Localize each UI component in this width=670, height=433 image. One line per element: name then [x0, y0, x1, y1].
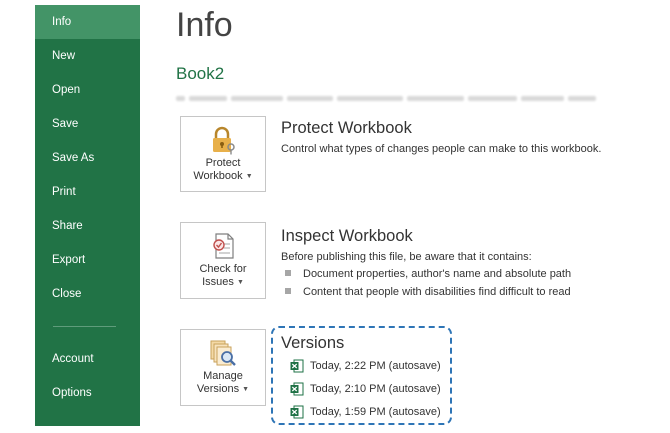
caret-down-icon: ▼: [236, 279, 244, 286]
nav-save-as[interactable]: Save As: [35, 141, 140, 175]
versions-title: Versions: [281, 334, 345, 352]
version-item[interactable]: Today, 1:59 PM (autosave): [290, 405, 441, 419]
nav-info[interactable]: Info: [35, 5, 140, 39]
nav-account[interactable]: Account: [35, 342, 140, 376]
manage-versions-button[interactable]: Manage Versions ▼: [180, 329, 266, 406]
protect-button-line2: Workbook: [193, 170, 243, 182]
check-issues-line1: Check for: [199, 263, 247, 275]
manage-versions-line1: Manage: [203, 370, 243, 382]
manage-versions-icon: [210, 340, 236, 366]
check-for-issues-button[interactable]: Check for Issues ▼: [180, 222, 266, 299]
lock-key-icon: [213, 126, 235, 155]
caret-down-icon: ▼: [245, 173, 253, 180]
bullet-square-icon: [285, 270, 291, 276]
version-item-label: Today, 1:59 PM (autosave): [310, 406, 441, 418]
backstage-sidebar: Info New Open Save Save As Print Share E…: [35, 5, 140, 426]
nav-share[interactable]: Share: [35, 209, 140, 243]
nav-print[interactable]: Print: [35, 175, 140, 209]
bullet-square-icon: [285, 288, 291, 294]
document-name: Book2: [176, 64, 225, 83]
inspect-document-icon: [213, 233, 234, 259]
check-issues-line2: Issues: [202, 276, 234, 288]
excel-file-icon: [290, 382, 304, 396]
manage-versions-line2: Versions: [196, 383, 240, 395]
inspect-bullet-item: Document properties, author's name and a…: [285, 268, 571, 280]
file-path-blurred: [176, 94, 596, 102]
version-item-label: Today, 2:10 PM (autosave): [310, 383, 441, 395]
inspect-workbook-description: Before publishing this file, be aware th…: [281, 251, 532, 263]
version-item-label: Today, 2:22 PM (autosave): [310, 360, 441, 372]
version-item[interactable]: Today, 2:22 PM (autosave): [290, 359, 441, 373]
nav-open[interactable]: Open: [35, 73, 140, 107]
excel-file-icon: [290, 405, 304, 419]
caret-down-icon: ▼: [242, 386, 250, 393]
nav-new[interactable]: New: [35, 39, 140, 73]
nav-options[interactable]: Options: [35, 376, 140, 410]
inspect-bullet-item: Content that people with disabilities fi…: [285, 286, 571, 298]
inspect-bullet-text: Document properties, author's name and a…: [303, 268, 572, 280]
protect-workbook-title: Protect Workbook: [281, 119, 412, 137]
nav-divider: [53, 326, 116, 327]
inspect-bullet-text: Content that people with disabilities fi…: [303, 286, 571, 298]
excel-file-icon: [290, 359, 304, 373]
nav-export[interactable]: Export: [35, 243, 140, 277]
protect-button-line1: Protect: [205, 157, 241, 169]
inspect-workbook-title: Inspect Workbook: [281, 227, 413, 245]
nav-save[interactable]: Save: [35, 107, 140, 141]
nav-close[interactable]: Close: [35, 277, 140, 311]
page-title: Info: [176, 6, 233, 44]
protect-workbook-description: Control what types of changes people can…: [281, 143, 602, 155]
protect-workbook-button[interactable]: Protect Workbook ▼: [180, 116, 266, 192]
version-item[interactable]: Today, 2:10 PM (autosave): [290, 382, 441, 396]
